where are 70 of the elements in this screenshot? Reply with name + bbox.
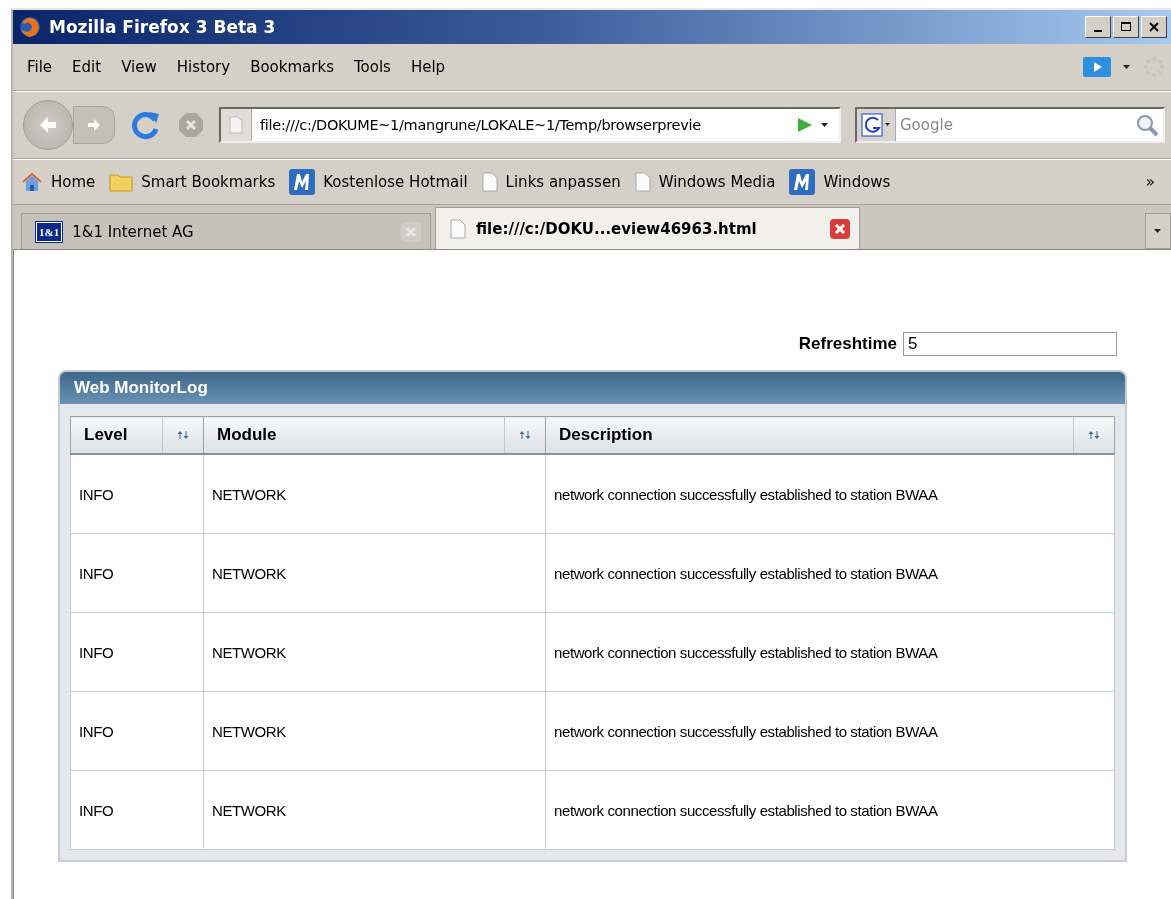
window-title: Mozilla Firefox 3 Beta 3 — [49, 17, 276, 37]
page-icon — [481, 172, 498, 192]
sort-icon[interactable] — [1088, 430, 1100, 440]
close-button[interactable] — [1141, 16, 1167, 38]
search-icon[interactable] — [1135, 113, 1159, 137]
column-header[interactable]: Module — [203, 416, 546, 454]
column-header[interactable]: Description — [545, 416, 1115, 454]
browser-tab[interactable]: file:///c:/DOKU...eview46963.html — [435, 207, 860, 249]
menu-item[interactable]: Bookmarks — [250, 58, 334, 76]
bookmark-item[interactable]: Kostenlose Hotmail — [289, 169, 468, 195]
forward-button[interactable] — [73, 106, 115, 144]
search-engine-icon[interactable] — [861, 113, 891, 137]
menu-item[interactable]: Tools — [353, 58, 391, 76]
caret-icon — [1154, 228, 1162, 234]
table-cell: NETWORK — [203, 691, 546, 771]
bookmark-item[interactable]: Windows Media — [634, 172, 776, 192]
table-cell: NETWORK — [203, 454, 546, 534]
go-icon[interactable] — [795, 116, 813, 134]
site-logo-icon: 1&1 — [36, 221, 63, 242]
overflow-button[interactable]: » — [1145, 173, 1155, 191]
maximize-icon — [1121, 22, 1131, 32]
table-cell: network connection successfully established to station BWAA — [545, 691, 1115, 771]
close-icon — [1149, 22, 1159, 32]
media-icon[interactable] — [1083, 57, 1111, 77]
menu-item[interactable]: Help — [410, 58, 446, 76]
panel-title: Web MonitorLog — [60, 372, 1125, 404]
page-icon — [634, 172, 651, 192]
sort-icon[interactable] — [177, 430, 189, 440]
table-cell: network connection successfully established to station BWAA — [545, 770, 1115, 850]
bookmark-item[interactable]: Windows — [789, 169, 891, 195]
menu-item[interactable]: View — [121, 58, 157, 76]
bookmark-item[interactable]: Links anpassen — [481, 172, 621, 192]
browser-logo-icon — [19, 16, 41, 38]
address-bar[interactable]: file:///c:/DOKUME~1/mangrune/LOKALE~1/Temp/browserprevie — [219, 107, 841, 143]
tab-close-icon[interactable] — [829, 217, 851, 240]
sort-icon[interactable] — [519, 430, 531, 440]
table-cell: INFO — [70, 533, 204, 613]
page-icon — [229, 116, 243, 134]
caret-icon[interactable] — [821, 122, 829, 128]
refresh-label: Refreshtime — [798, 334, 897, 354]
table-cell: INFO — [70, 454, 204, 534]
table-cell: NETWORK — [203, 612, 546, 692]
house-icon — [21, 171, 43, 193]
back-button[interactable] — [23, 100, 73, 150]
refresh-input[interactable]: 5 — [903, 332, 1117, 356]
caret-icon[interactable] — [1123, 64, 1131, 70]
maximize-button[interactable] — [1113, 16, 1139, 38]
bookmark-item[interactable]: Smart Bookmarks — [109, 172, 276, 192]
browser-tab[interactable]: 1&1 1&1 Internet AG — [21, 213, 431, 249]
page-icon — [450, 218, 466, 239]
m-logo-icon — [289, 169, 316, 195]
menu-item[interactable]: File — [27, 58, 53, 76]
minimize-icon — [1094, 29, 1102, 32]
table-cell: network connection successfully established to station BWAA — [545, 612, 1115, 692]
forward-arrow-icon — [85, 116, 103, 134]
table-cell: INFO — [70, 691, 204, 771]
minimize-button[interactable] — [1085, 16, 1111, 38]
menu-item[interactable]: Edit — [72, 58, 102, 76]
table-cell: network connection successfully established to station BWAA — [545, 533, 1115, 613]
bookmark-item[interactable]: Home — [21, 171, 96, 193]
m-logo-icon — [789, 169, 816, 195]
table-cell: INFO — [70, 612, 204, 692]
folder-icon — [109, 172, 134, 192]
search-field[interactable]: Google — [855, 107, 1165, 143]
menu-item[interactable]: History — [176, 58, 231, 76]
column-header[interactable]: Level — [70, 416, 204, 454]
table-cell: NETWORK — [203, 770, 546, 850]
table-cell: INFO — [70, 770, 204, 850]
table-cell: network connection successfully established to station BWAA — [545, 454, 1115, 534]
table-cell: NETWORK — [203, 533, 546, 613]
